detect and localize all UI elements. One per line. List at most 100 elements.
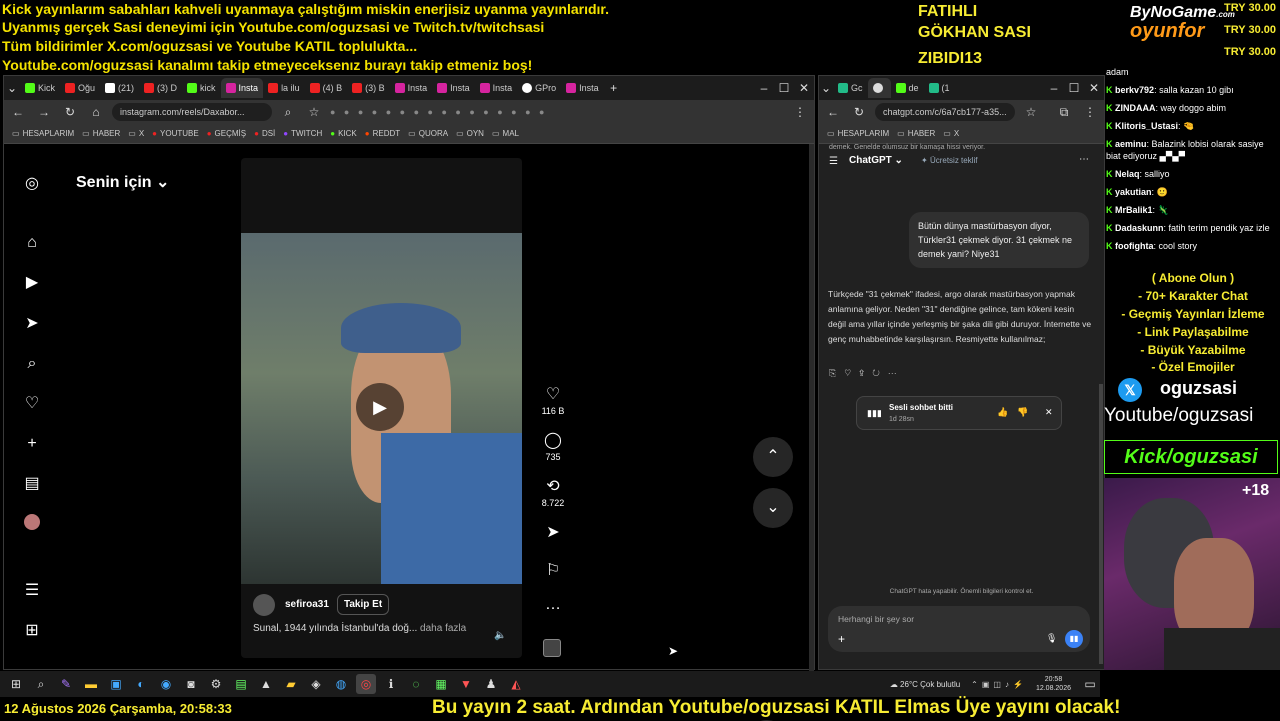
share-action[interactable]: ➤ (540, 522, 566, 544)
thumbs-up-icon[interactable]: 👍 (997, 407, 1008, 418)
close-icon[interactable]: ✕ (794, 78, 814, 98)
rtab-3[interactable]: (1 (924, 78, 955, 98)
extension-icons[interactable]: ● ● ● ● ● ● ● ● ● ● ● ● ● ● ● ● (330, 107, 784, 117)
menu-hamburger-icon[interactable]: ☰ (22, 581, 42, 601)
chat-username[interactable]: aeminu (1115, 139, 1147, 149)
home-icon[interactable]: ⌂ (86, 102, 106, 122)
chat-username[interactable]: Nelaq (1115, 169, 1140, 179)
comment-action[interactable]: ◯ 735 (540, 430, 566, 462)
new-tab-icon[interactable]: + (604, 78, 624, 98)
address-bar[interactable]: instagram.com/reels/Daxabor... (112, 103, 272, 121)
create-icon[interactable]: + (22, 434, 42, 454)
model-selector[interactable]: ChatGPT ⌄ (849, 155, 903, 166)
sidebar-toggle-icon[interactable]: ☰ (829, 156, 838, 167)
search-icon[interactable]: ⌕ (22, 354, 42, 374)
upgrade-offer[interactable]: ✦ Ücretsiz teklif (921, 156, 978, 165)
author-avatar[interactable] (253, 594, 275, 616)
tab-1[interactable]: Oğu (60, 78, 100, 98)
tab-10[interactable]: Insta (432, 78, 475, 98)
bookmark-3[interactable]: ● YOUTUBE (152, 129, 199, 138)
feed-selector[interactable]: Senin için ⌄ (76, 172, 169, 192)
minimize-icon[interactable]: – (1044, 78, 1064, 98)
app-icon[interactable]: ♟ (481, 674, 501, 694)
scrollbar[interactable] (809, 144, 814, 671)
chat-username[interactable]: berkv792 (1115, 85, 1154, 95)
message-actions[interactable]: ⎘♡⇪↻⋯ (829, 368, 905, 379)
more-options-icon[interactable]: ⋯ (1079, 154, 1089, 165)
bookmark-star-icon[interactable]: ☆ (1021, 102, 1041, 122)
home-icon[interactable]: ⌂ (22, 233, 42, 253)
apps-icon[interactable]: ⊞ (22, 621, 42, 641)
bookmark-0[interactable]: ▭ HESAPLARIM (12, 129, 74, 138)
menu-icon[interactable]: ⋮ (790, 102, 810, 122)
chat-username[interactable]: ZINDAAA (1115, 103, 1156, 113)
rtab-2[interactable]: de (891, 78, 924, 98)
bookmark-11[interactable]: ▭ MAL (492, 129, 519, 138)
tab-8[interactable]: (3) B (347, 78, 390, 98)
edge-icon[interactable]: ◐ (131, 674, 151, 694)
repost-action[interactable]: ⟲ 8.722 (540, 476, 566, 508)
prompt-input[interactable]: Herhangi bir şey sor (838, 614, 914, 624)
app-icon[interactable]: ▲ (256, 674, 276, 694)
reload-icon[interactable]: ↻ (60, 102, 80, 122)
bookmark-9[interactable]: ▭ QUORA (408, 129, 448, 138)
brave-icon[interactable]: ▼ (456, 674, 476, 694)
tab-11[interactable]: Insta (475, 78, 518, 98)
tab-search-icon[interactable]: ⌄ (819, 78, 833, 98)
chat-username[interactable]: yakutian (1115, 187, 1152, 197)
reels-icon[interactable]: ▶ (22, 273, 42, 293)
bookmark-10[interactable]: ▭ OYN (456, 129, 484, 138)
chat-username[interactable]: Klitoris_Ustasi (1115, 121, 1178, 131)
previous-reel-button[interactable]: ⌃ (753, 437, 793, 477)
bookmark-1[interactable]: ▭ HABER (897, 129, 935, 138)
chat-username[interactable]: foofighta (1115, 241, 1154, 251)
menu-icon[interactable]: ⋮ (1080, 102, 1100, 122)
app-icon[interactable]: ▦ (431, 674, 451, 694)
back-icon[interactable]: ← (823, 102, 843, 122)
camera-icon[interactable]: ◙ (181, 674, 201, 694)
dashboard-icon[interactable]: ▤ (22, 474, 42, 494)
attach-plus-icon[interactable]: + (838, 632, 845, 646)
chat-username[interactable]: MrBalik1 (1115, 205, 1153, 215)
search-icon[interactable]: ⌕ (31, 674, 51, 694)
app-icon[interactable]: ◍ (331, 674, 351, 694)
address-bar[interactable]: chatgpt.com/c/6a7cb177-a35... (875, 103, 1015, 121)
bookmark-1[interactable]: ▭ HABER (82, 129, 120, 138)
save-action[interactable]: ⚐ (540, 560, 566, 582)
reel-card[interactable]: ▶ sefiroa31 Takip Et Sunal, 1944 yılında… (241, 158, 522, 658)
app-icon[interactable]: ▣ (106, 674, 126, 694)
thumbs-down-icon[interactable]: 👎 (1017, 407, 1028, 418)
bookmark-2[interactable]: ▭ X (943, 129, 959, 138)
tab-4[interactable]: kick (182, 78, 221, 98)
reel-video-frame[interactable]: ▶ (241, 233, 522, 584)
app-icon[interactable]: ◭ (506, 674, 526, 694)
notifications-heart-icon[interactable]: ♡ (22, 394, 42, 414)
bookmark-5[interactable]: ● DSİ (254, 129, 275, 138)
minimize-icon[interactable]: – (754, 78, 774, 98)
file-explorer-icon[interactable]: ▬ (81, 674, 101, 694)
maximize-icon[interactable]: ☐ (774, 78, 794, 98)
app-icon[interactable]: ℹ (381, 674, 401, 694)
bookmark-6[interactable]: ● TWITCH (283, 129, 322, 138)
bookmark-7[interactable]: ● KICK (330, 129, 357, 138)
caption-more-link[interactable]: daha fazla (420, 623, 466, 634)
close-icon[interactable]: ✕ (1084, 78, 1104, 98)
bookmark-star-icon[interactable]: ☆ (304, 102, 324, 122)
app-icon[interactable]: ◈ (306, 674, 326, 694)
bookmark-0[interactable]: ▭ HESAPLARIM (827, 129, 889, 138)
tab-9[interactable]: Insta (390, 78, 433, 98)
tab-6[interactable]: la ilu (263, 78, 305, 98)
chrome-icon[interactable]: ◎ (356, 674, 376, 694)
instagram-logo-icon[interactable]: ◎ (22, 174, 42, 194)
browser-icon[interactable]: ◉ (156, 674, 176, 694)
tab-7[interactable]: (4) B (305, 78, 348, 98)
rtab-0[interactable]: Gc (833, 78, 868, 98)
bookmark-8[interactable]: ● REDDT (365, 129, 400, 138)
more-options-icon[interactable]: … (540, 596, 566, 618)
close-card-icon[interactable]: ✕ (1045, 407, 1053, 418)
voice-mode-button[interactable]: ▮▮ (1065, 630, 1083, 648)
app-icon[interactable]: ▤ (231, 674, 251, 694)
next-reel-button[interactable]: ⌄ (753, 488, 793, 528)
mute-icon[interactable]: 🔈 (494, 630, 506, 641)
zoom-icon[interactable]: ⌕ (278, 102, 298, 122)
